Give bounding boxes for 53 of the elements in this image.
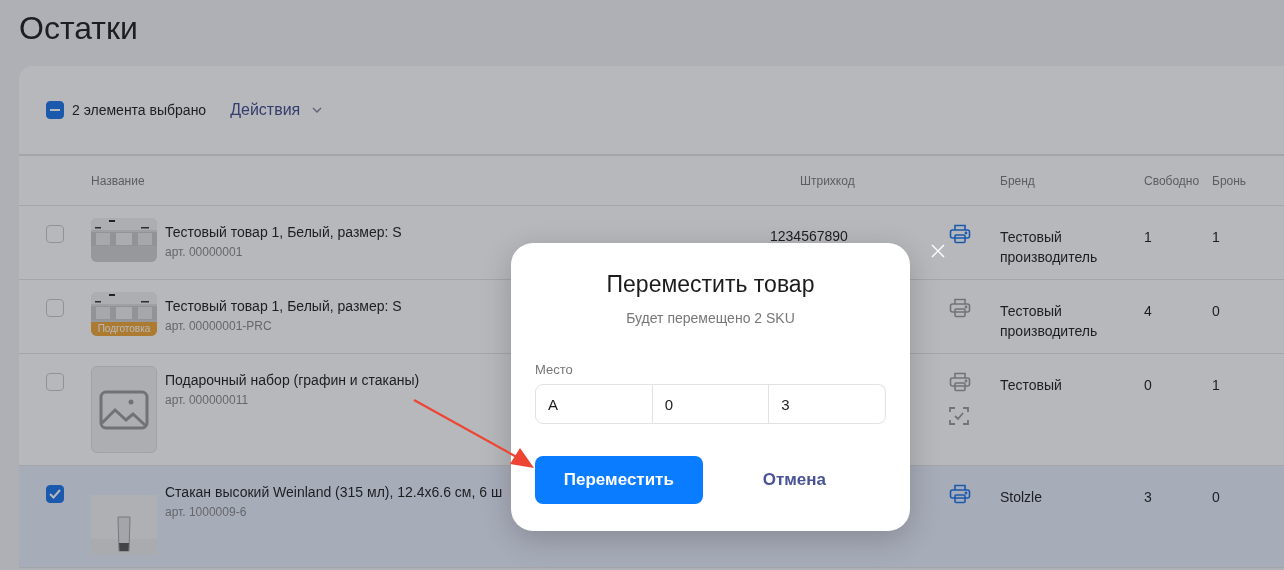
row-checkbox[interactable] — [46, 299, 64, 317]
row-checkbox[interactable] — [46, 373, 64, 391]
product-name[interactable]: Подарочный набор (графин и стаканы) — [165, 366, 420, 388]
free-qty-cell-text: 1 — [1144, 228, 1153, 247]
column-header: Название — [91, 173, 145, 188]
free-qty-cell-text: 3 — [1144, 488, 1153, 507]
chevron-down-icon — [312, 107, 323, 113]
minus-icon — [50, 109, 60, 111]
printer-icon[interactable] — [949, 224, 971, 244]
select-all-checkbox[interactable] — [46, 101, 64, 119]
location-field[interactable]: 3 — [769, 384, 886, 424]
reserved-qty-cell-text: 1 — [1212, 228, 1221, 247]
brand-cell-text: Тестовый — [1000, 376, 1063, 395]
page-title: Остатки — [18, 9, 139, 47]
move-button[interactable]: Переместить — [535, 456, 703, 504]
column-header: Бронь — [1212, 173, 1247, 188]
scan-check-icon[interactable] — [949, 406, 969, 426]
product-sku: арт. 1000009-6 — [165, 505, 248, 519]
location-field[interactable]: A — [535, 384, 653, 424]
reserved-qty-cell-text: 0 — [1212, 488, 1221, 507]
column-header: Штрихкод — [800, 173, 855, 188]
product-sku: арт. 00000001 — [165, 245, 244, 259]
location-field[interactable]: 0 — [652, 384, 770, 424]
field-label: Место — [535, 362, 574, 377]
selection-count: 2 элемента выбрано — [72, 102, 207, 118]
column-header: Бренд — [1000, 173, 1035, 188]
product-name[interactable]: Тестовый товар 1, Белый, размер: S — [165, 218, 402, 240]
product-sku: арт. 000000011 — [165, 393, 250, 407]
brand-cell-text: Тестовый производитель — [1000, 228, 1099, 267]
product-name[interactable]: Стакан высокий Weinland (315 мл), 12.4x6.6 см, 6 ш — [165, 478, 503, 500]
column-header: Свободно — [1144, 173, 1200, 188]
actions-dropdown[interactable]: Действия — [230, 101, 323, 119]
cancel-button[interactable]: Отмена — [702, 456, 886, 504]
dialog-subtitle: Будет перемещено 2 SKU — [625, 310, 796, 326]
close-icon[interactable] — [931, 244, 945, 258]
reserved-qty-cell-text: 0 — [1212, 302, 1221, 321]
dialog-title: Переместить товар — [605, 270, 816, 298]
checkmark-icon — [49, 489, 61, 499]
reserved-qty-cell-text: 1 — [1212, 376, 1221, 395]
row-checkbox[interactable] — [46, 225, 64, 243]
free-qty-cell-text: 4 — [1144, 302, 1153, 321]
printer-icon[interactable] — [949, 372, 971, 392]
brand-cell-text: Тестовый производитель — [1000, 302, 1099, 341]
barcode-value: 1234567890 — [770, 227, 849, 244]
product-name[interactable]: Тестовый товар 1, Белый, размер: S — [165, 292, 402, 314]
free-qty-cell-text: 0 — [1144, 376, 1153, 395]
image-placeholder-icon — [99, 389, 149, 430]
row-checkbox[interactable] — [46, 485, 64, 503]
product-sku: арт. 00000001-PRC — [165, 319, 273, 333]
printer-icon[interactable] — [949, 298, 971, 318]
status-badge: Подготовка — [91, 322, 157, 336]
printer-icon[interactable] — [949, 484, 971, 504]
brand-cell-text: Stolzle — [1000, 488, 1044, 507]
